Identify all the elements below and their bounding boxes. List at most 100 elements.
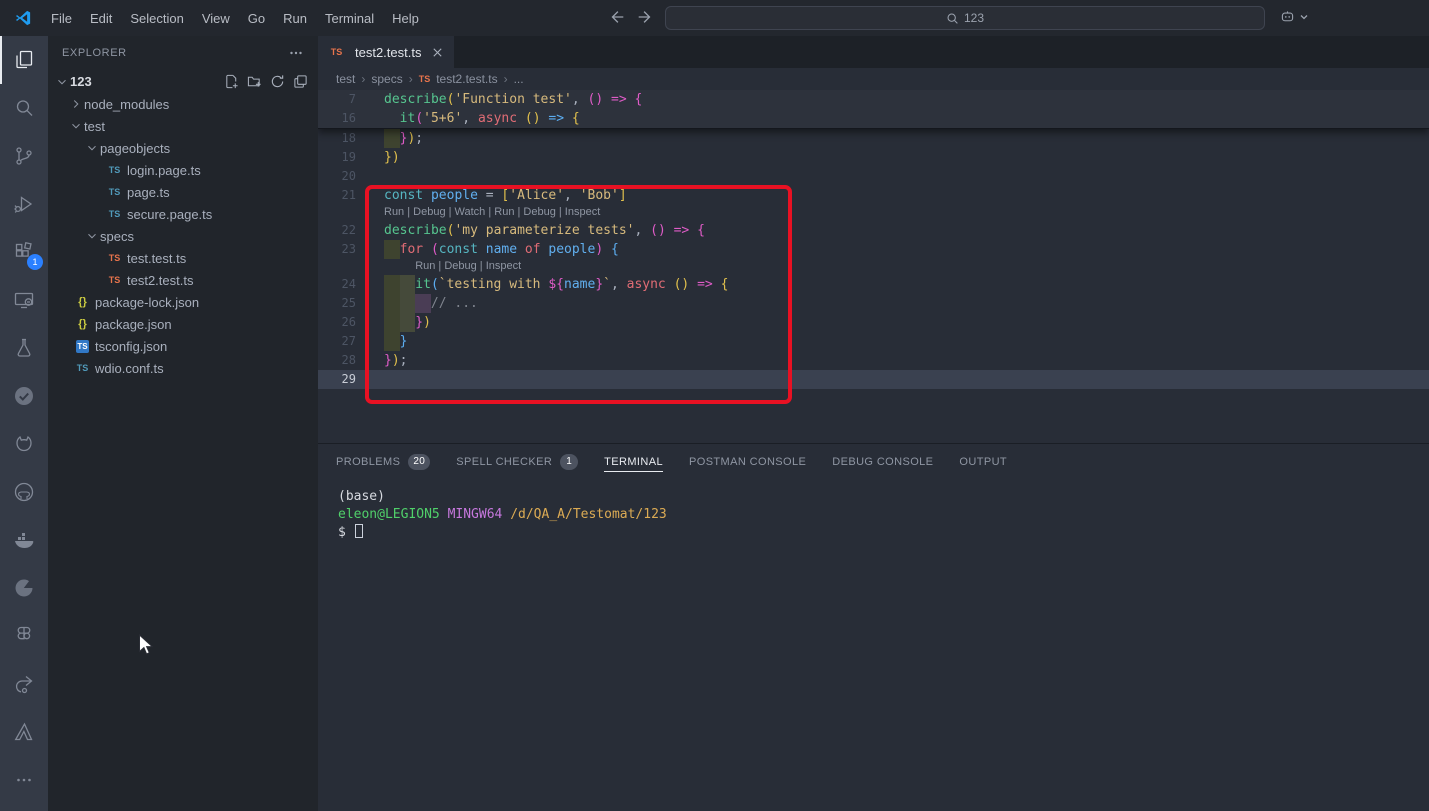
breadcrumb-item-test[interactable]: test xyxy=(336,72,355,86)
token: people xyxy=(431,188,478,203)
command-center-search[interactable]: 123 xyxy=(665,6,1265,30)
json-file-icon: {} xyxy=(74,296,91,308)
codelens[interactable]: Run | Debug | Watch | Run | Debug | Insp… xyxy=(318,205,1429,221)
token xyxy=(666,277,674,292)
panel-tab-label: OUTPUT xyxy=(959,452,1007,472)
menu-go[interactable]: Go xyxy=(239,0,274,36)
activitybar-gitkraken[interactable] xyxy=(0,420,48,468)
code-line-26[interactable]: 26}) xyxy=(318,313,1429,332)
tree-item-pageobjects[interactable]: pageobjects xyxy=(48,137,318,159)
tree-item-page-ts[interactable]: TSpage.ts xyxy=(48,181,318,203)
json-file-icon: {} xyxy=(74,318,91,330)
code-line-7[interactable]: 7describe('Function test', () => { xyxy=(318,90,1429,109)
activitybar-remote-explorer[interactable] xyxy=(0,276,48,324)
activitybar-source-control[interactable] xyxy=(0,132,48,180)
indent-guide xyxy=(384,313,400,332)
tree-root-123[interactable]: 123 xyxy=(48,70,318,93)
activitybar-figma[interactable] xyxy=(0,612,48,660)
code-line-27[interactable]: 27} xyxy=(318,332,1429,351)
menu-selection[interactable]: Selection xyxy=(121,0,192,36)
code-line-29[interactable]: 29 xyxy=(318,370,1429,389)
breadcrumb-item-test2-test-ts[interactable]: test2.test.ts xyxy=(436,72,497,86)
copilot-menu[interactable] xyxy=(1279,8,1309,25)
search-icon xyxy=(12,96,36,120)
panel-tab-output[interactable]: OUTPUT xyxy=(959,444,1007,479)
activitybar-extensions[interactable]: 1 xyxy=(0,228,48,276)
code-line-19[interactable]: 19}) xyxy=(318,148,1429,167)
activitybar-docker[interactable] xyxy=(0,516,48,564)
activitybar-test-results[interactable] xyxy=(0,372,48,420)
tree-item-label: package.json xyxy=(95,317,172,332)
activitybar-circle-app[interactable] xyxy=(0,564,48,612)
menu-terminal[interactable]: Terminal xyxy=(316,0,383,36)
menu-view[interactable]: View xyxy=(193,0,239,36)
tree-item-wdio-conf-ts[interactable]: TSwdio.conf.ts xyxy=(48,357,318,379)
activitybar-live-share[interactable] xyxy=(0,660,48,708)
code-text: it('5+6', async () => { xyxy=(384,109,580,128)
line-number: 26 xyxy=(318,313,356,332)
code-line-20[interactable]: 20 xyxy=(318,167,1429,186)
activitybar-azure[interactable] xyxy=(0,708,48,756)
new-folder-icon[interactable] xyxy=(247,74,262,89)
panel-tab-debug-console[interactable]: DEBUG CONSOLE xyxy=(832,444,933,479)
token xyxy=(564,111,572,126)
code-editor[interactable]: 7describe('Function test', () => {16 it(… xyxy=(318,90,1429,443)
tree-item-test[interactable]: test xyxy=(48,115,318,137)
breadcrumb-item-[interactable]: ... xyxy=(514,72,524,86)
token: ${ xyxy=(548,277,564,292)
activitybar-more-actions[interactable] xyxy=(0,756,48,804)
extensions-badge: 1 xyxy=(27,254,43,270)
code-line-28[interactable]: 28}); xyxy=(318,351,1429,370)
activitybar-search[interactable] xyxy=(0,84,48,132)
terminal[interactable]: (base)eleon@LEGION5 MINGW64 /d/QA_A/Test… xyxy=(318,479,1429,542)
menu-edit[interactable]: Edit xyxy=(81,0,121,36)
navigate-forward-icon[interactable] xyxy=(636,8,654,26)
search-value: 123 xyxy=(964,11,984,25)
code-line-18[interactable]: 18}); xyxy=(318,129,1429,148)
tree-item-tsconfig-json[interactable]: TStsconfig.json xyxy=(48,335,318,357)
new-file-icon[interactable] xyxy=(224,74,239,89)
terminal-cursor xyxy=(355,524,363,538)
tree-item-package-json[interactable]: {} package.json xyxy=(48,313,318,335)
collapse-folders-icon[interactable] xyxy=(293,74,308,89)
refresh-explorer-icon[interactable] xyxy=(270,74,285,89)
token: describe xyxy=(384,223,447,238)
breadcrumb-item-specs[interactable]: specs xyxy=(371,72,402,86)
menu-run[interactable]: Run xyxy=(274,0,316,36)
activitybar-github[interactable] xyxy=(0,468,48,516)
codelens[interactable]: Run | Debug | Inspect xyxy=(318,259,1429,275)
code-line-16[interactable]: 16 it('5+6', async () => { xyxy=(318,109,1429,128)
tree-item-login-page-ts[interactable]: TSlogin.page.ts xyxy=(48,159,318,181)
activitybar-testing[interactable] xyxy=(0,324,48,372)
panel-tab-spell-checker[interactable]: SPELL CHECKER1 xyxy=(456,444,578,479)
panel-tab-terminal[interactable]: TERMINAL xyxy=(604,444,663,479)
code-line-21[interactable]: 21const people = ['Alice', 'Bob'] xyxy=(318,186,1429,205)
token: `testing with xyxy=(439,277,549,292)
code-line-24[interactable]: 24it(`testing with ${name}`, async () =>… xyxy=(318,275,1429,294)
close-tab-icon[interactable] xyxy=(431,46,444,59)
navigate-back-icon[interactable] xyxy=(608,8,626,26)
code-text: // ... xyxy=(384,294,478,313)
tree-item-secure-page-ts[interactable]: TSsecure.page.ts xyxy=(48,203,318,225)
token: { xyxy=(697,223,705,238)
explorer-icon xyxy=(12,48,36,72)
root-folder-label: 123 xyxy=(70,74,92,89)
tree-item-node-modules[interactable]: node_modules xyxy=(48,93,318,115)
panel-tab-postman-console[interactable]: POSTMAN CONSOLE xyxy=(689,444,806,479)
tab-test2-test-ts[interactable]: TS test2.test.ts xyxy=(318,36,454,68)
ts-orange-file-icon: TS xyxy=(106,253,123,263)
activitybar-explorer[interactable] xyxy=(0,36,48,84)
tree-item-package-lock-json[interactable]: {}package-lock.json xyxy=(48,291,318,313)
explorer-more-actions-icon[interactable] xyxy=(288,45,304,61)
menu-help[interactable]: Help xyxy=(383,0,428,36)
tree-item-label: tsconfig.json xyxy=(95,339,167,354)
menu-file[interactable]: File xyxy=(42,0,81,36)
tree-item-test2-test-ts[interactable]: TStest2.test.ts xyxy=(48,269,318,291)
tree-item-specs[interactable]: specs xyxy=(48,225,318,247)
panel-tab-problems[interactable]: PROBLEMS20 xyxy=(336,444,430,479)
tree-item-test-test-ts[interactable]: TStest.test.ts xyxy=(48,247,318,269)
code-line-23[interactable]: 23for (const name of people) { xyxy=(318,240,1429,259)
code-line-22[interactable]: 22describe('my parameterize tests', () =… xyxy=(318,221,1429,240)
activitybar-run-and-debug[interactable] xyxy=(0,180,48,228)
code-line-25[interactable]: 25// ... xyxy=(318,294,1429,313)
